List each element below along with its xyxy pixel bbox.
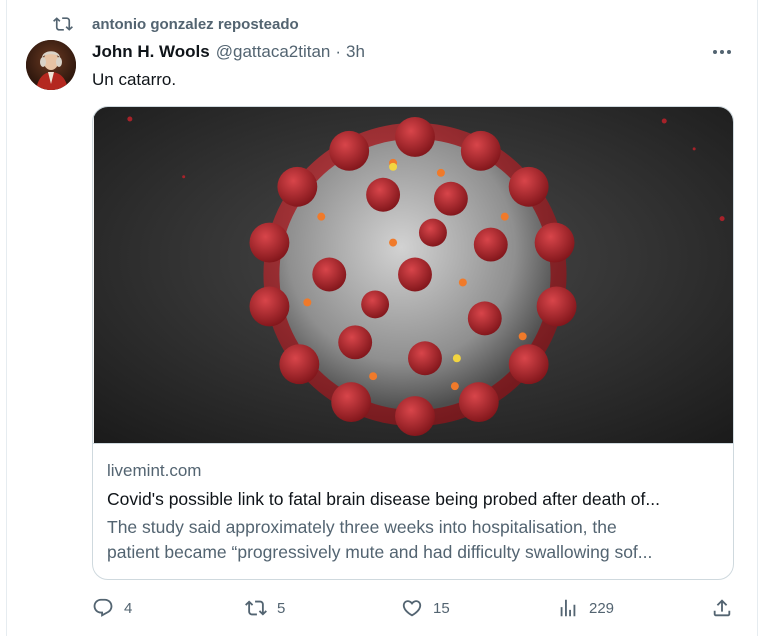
author-name[interactable]: John H. Wools bbox=[92, 42, 210, 62]
views-button[interactable]: 229 bbox=[557, 594, 614, 622]
heart-icon bbox=[402, 600, 422, 617]
action-bar: 4 5 15 229 bbox=[92, 594, 742, 622]
card-description-line: patient became “progressively mute and h… bbox=[107, 542, 653, 562]
views-count: 229 bbox=[589, 599, 615, 617]
avatar-portrait bbox=[26, 40, 76, 90]
card-domain: livemint.com bbox=[107, 461, 202, 480]
like-count: 15 bbox=[433, 599, 450, 617]
reply-button[interactable]: 4 bbox=[92, 594, 132, 622]
card-description: The study said approximately three weeks… bbox=[107, 515, 727, 565]
more-icon bbox=[713, 50, 731, 54]
views-icon bbox=[560, 599, 576, 617]
repost-icon bbox=[53, 17, 73, 31]
more-options-button[interactable] bbox=[707, 42, 737, 62]
reply-icon bbox=[93, 598, 113, 617]
link-card[interactable]: livemint.com Covid's possible link to fa… bbox=[92, 106, 734, 580]
repost-button[interactable]: 5 bbox=[245, 594, 285, 622]
avatar[interactable] bbox=[26, 40, 76, 90]
reply-count: 4 bbox=[124, 599, 133, 617]
repost-count: 5 bbox=[277, 599, 286, 617]
card-title: Covid's possible link to fatal brain dis… bbox=[107, 489, 660, 509]
repost-indicator[interactable]: antonio gonzalez reposteado bbox=[53, 14, 299, 34]
share-button[interactable] bbox=[711, 594, 733, 622]
repost-label[interactable]: antonio gonzalez reposteado bbox=[92, 16, 299, 33]
like-button[interactable]: 15 bbox=[401, 594, 450, 622]
header-separator: · bbox=[335, 42, 342, 61]
tweet-time[interactable]: 3h bbox=[346, 42, 365, 62]
tweet-text: Un catarro. bbox=[92, 70, 177, 89]
repost-icon bbox=[245, 600, 267, 616]
tweet-header: John H. Wools @gattaca2titan · 3h bbox=[92, 40, 365, 64]
virus-image bbox=[93, 107, 733, 444]
author-handle[interactable]: @gattaca2titan bbox=[216, 42, 331, 62]
share-icon bbox=[713, 599, 731, 617]
card-description-line: The study said approximately three weeks… bbox=[107, 517, 617, 537]
